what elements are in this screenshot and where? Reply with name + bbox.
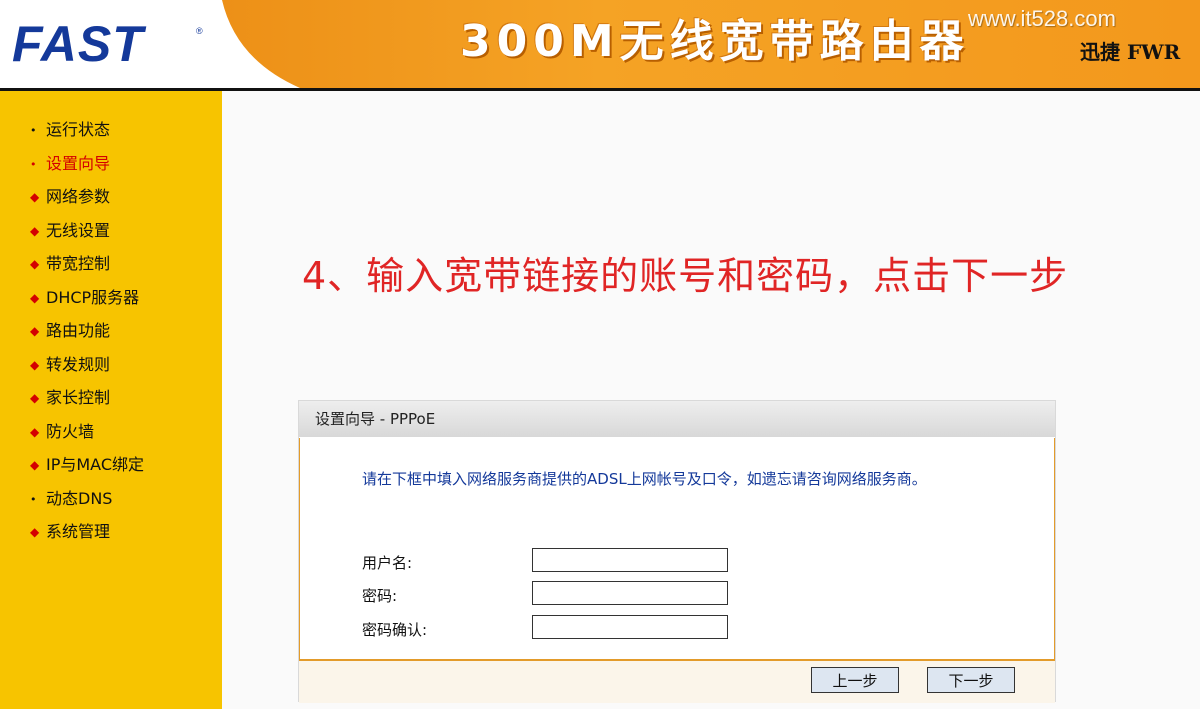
sidebar-item-label: 设置向导: [46, 153, 111, 173]
sidebar-item-bandwidth[interactable]: ◆ 带宽控制: [30, 251, 144, 285]
pppoe-wizard-panel: 设置向导 - PPPoE 请在下框中填入网络服务商提供的ADSL上网帐号及口令，…: [298, 400, 1056, 703]
sidebar-item-label: 家长控制: [46, 388, 111, 407]
main-content: 4、输入宽带链接的账号和密码，点击下一步 设置向导 - PPPoE 请在下框中填…: [222, 91, 1200, 709]
sidebar-item-label: 无线设置: [46, 220, 111, 240]
diamond-bullet-icon: ◆: [30, 223, 40, 238]
sidebar-item-firewall[interactable]: ◆ 防火墙: [30, 419, 144, 453]
sidebar-item-label: 网络参数: [46, 187, 111, 206]
sidebar-item-ddns[interactable]: • 动态DNS: [30, 486, 144, 520]
username-label: 用户名:: [362, 554, 413, 572]
panel-footer: 上一步 下一步: [299, 659, 1055, 703]
product-title: 300M无线宽带路由器: [460, 16, 970, 67]
sidebar-item-parental-control[interactable]: ◆ 家长控制: [30, 385, 144, 419]
sidebar-nav: • 运行状态 • 设置向导 ◆ 网络参数 ◆ 无线设置 ◆ 带宽控制 ◆ DHCP服务器 ◆…: [30, 117, 144, 553]
diamond-bullet-icon: ◆: [30, 391, 40, 405]
brand-model-label: 迅捷 FWR: [1080, 40, 1181, 64]
sidebar-item-wireless[interactable]: ◆ 无线设置: [30, 218, 144, 252]
next-step-button[interactable]: 下一步: [927, 667, 1015, 693]
sidebar-item-label: 转发规则: [46, 354, 111, 374]
diamond-bullet-icon: ◆: [30, 324, 40, 338]
dot-bullet-icon: •: [30, 492, 37, 506]
panel-body: 请在下框中填入网络服务商提供的ADSL上网帐号及口令，如遗忘请咨询网络服务商。 …: [299, 438, 1055, 659]
sidebar-item-status[interactable]: • 运行状态: [30, 117, 144, 151]
instruction-caption: 4、输入宽带链接的账号和密码，点击下一步: [302, 254, 1069, 298]
sidebar-item-dhcp[interactable]: ◆ DHCP服务器: [30, 285, 144, 319]
sidebar-item-setup-wizard[interactable]: • 设置向导: [30, 151, 144, 185]
diamond-bullet-icon: ◆: [30, 257, 40, 271]
password-label: 密码:: [362, 587, 398, 605]
sidebar-item-label: 防火墙: [46, 421, 95, 441]
sidebar-item-label: 系统管理: [46, 522, 111, 541]
sidebar-item-system-management[interactable]: ◆ 系统管理: [30, 519, 144, 553]
sidebar: • 运行状态 • 设置向导 ◆ 网络参数 ◆ 无线设置 ◆ 带宽控制 ◆ DHCP服务器 ◆…: [0, 91, 222, 709]
diamond-bullet-icon: ◆: [30, 190, 40, 204]
previous-step-button[interactable]: 上一步: [811, 667, 899, 693]
sidebar-item-routing[interactable]: ◆ 路由功能: [30, 318, 144, 352]
sidebar-item-label: IP与MAC绑定: [46, 455, 145, 474]
confirm-password-input[interactable]: [532, 615, 728, 639]
dot-bullet-icon: •: [30, 157, 37, 171]
password-input[interactable]: [532, 581, 728, 605]
sidebar-item-network[interactable]: ◆ 网络参数: [30, 184, 144, 218]
username-input[interactable]: [532, 548, 728, 572]
fast-logo[interactable]: FAST: [12, 14, 144, 74]
diamond-bullet-icon: ◆: [30, 290, 40, 305]
diamond-bullet-icon: ◆: [30, 525, 40, 539]
sidebar-item-label: 动态DNS: [46, 488, 113, 508]
sidebar-item-ip-mac-binding[interactable]: ◆ IP与MAC绑定: [30, 452, 144, 486]
header-banner: FAST ® 300M无线宽带路由器 www.it528.com 迅捷 FWR: [0, 0, 1200, 92]
dot-bullet-icon: •: [30, 124, 37, 137]
sidebar-item-forwarding[interactable]: ◆ 转发规则: [30, 352, 144, 386]
diamond-bullet-icon: ◆: [30, 357, 40, 372]
watermark: www.it528.com: [968, 6, 1116, 31]
panel-description: 请在下框中填入网络服务商提供的ADSL上网帐号及口令，如遗忘请咨询网络服务商。: [362, 470, 927, 488]
diamond-bullet-icon: ◆: [30, 458, 40, 472]
sidebar-item-label: 运行状态: [46, 120, 111, 139]
registered-mark: ®: [196, 26, 203, 36]
panel-title: 设置向导 - PPPoE: [299, 401, 1055, 437]
confirm-password-label: 密码确认:: [362, 621, 428, 639]
sidebar-item-label: DHCP服务器: [46, 287, 140, 307]
sidebar-item-label: 带宽控制: [46, 254, 111, 273]
diamond-bullet-icon: ◆: [30, 424, 40, 439]
sidebar-item-label: 路由功能: [46, 321, 111, 340]
